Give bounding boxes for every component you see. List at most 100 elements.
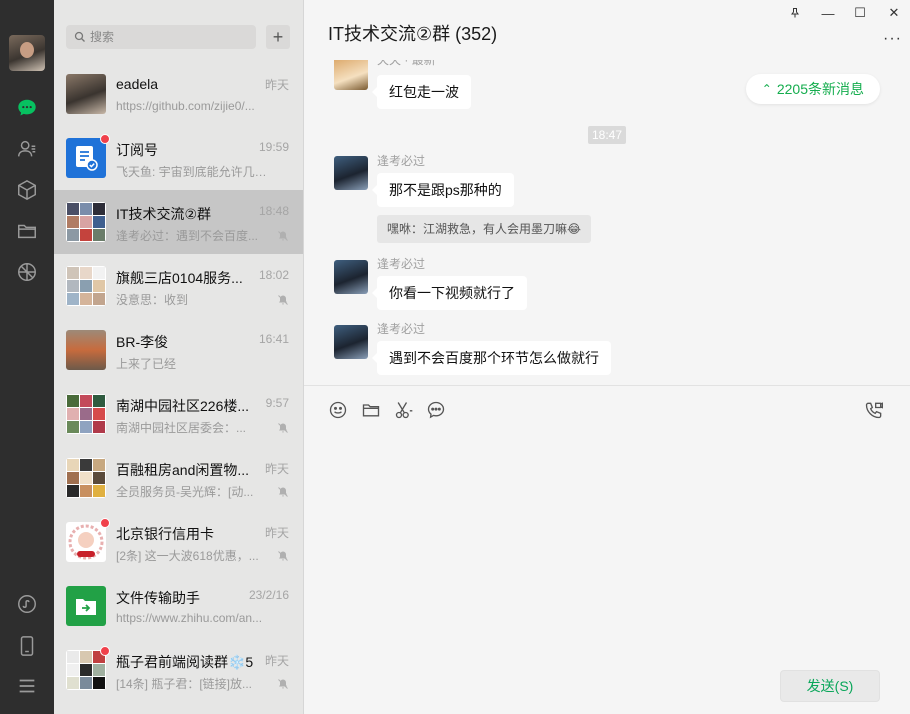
favorites-cube-icon[interactable] bbox=[15, 178, 39, 202]
chat-icon[interactable] bbox=[15, 96, 39, 120]
input-toolbar bbox=[304, 388, 910, 432]
conversation-snippet: [14条] 瓶子君：[链接]放... bbox=[116, 677, 253, 691]
group-avatar bbox=[66, 266, 106, 306]
conversation-item-frontend-group[interactable]: 瓶子君前端阅读群❄️5 昨天 [14条] 瓶子君：[链接]放... bbox=[54, 638, 303, 702]
conversation-name: 订阅号 bbox=[116, 142, 158, 158]
avatar bbox=[66, 330, 106, 370]
double-chevron-up-icon: ⌃ bbox=[761, 82, 772, 96]
more-options-button[interactable]: ··· bbox=[883, 30, 902, 48]
conversation-name: 旗舰三店0104服务... bbox=[116, 270, 243, 286]
conversation-snippet: [2条] 这一大波618优惠，... bbox=[116, 549, 259, 563]
conversation-name: IT技术交流②群 bbox=[116, 206, 211, 222]
conversation-name: 文件传输助手 bbox=[116, 590, 200, 606]
unread-dot bbox=[100, 134, 110, 144]
conversation-time: 昨天 bbox=[264, 78, 289, 92]
conversation-snippet: 全员服务员-吴光辉：[动... bbox=[116, 485, 254, 499]
contacts-icon[interactable] bbox=[15, 137, 39, 161]
message-avatar[interactable] bbox=[334, 260, 368, 294]
conversation-snippet: 没意思：收到 bbox=[116, 293, 189, 307]
search-box[interactable] bbox=[66, 25, 256, 49]
conversation-time: 9:57 bbox=[265, 396, 289, 410]
search-icon bbox=[74, 31, 85, 42]
conversation-item-br-lijun[interactable]: BR-李俊 16:41 上来了已经 bbox=[54, 318, 303, 382]
maximize-button[interactable]: ☐ bbox=[851, 4, 869, 22]
chat-history-icon[interactable] bbox=[426, 400, 446, 420]
message-bubble[interactable]: 红包走一波 bbox=[372, 75, 471, 109]
conversation-item-subscriptions[interactable]: 订阅号 19:59 飞天鱼: 宇宙到底能允许几位... bbox=[54, 126, 303, 190]
message-input[interactable] bbox=[324, 434, 894, 654]
conversation-time: 昨天 bbox=[264, 654, 289, 668]
conversation-item-it-group[interactable]: IT技术交流②群 18:48 逢考必过：遇到不会百度... bbox=[54, 190, 303, 254]
close-button[interactable]: ✕ bbox=[885, 4, 903, 22]
group-avatar bbox=[66, 394, 106, 434]
message-bubble[interactable]: 你看一下视频就行了 bbox=[372, 276, 527, 310]
message-sender: 天天 · 最新 bbox=[377, 60, 436, 67]
conversation-snippet: https://www.zhihu.com/an... bbox=[116, 611, 263, 625]
conversation-name: 百融租房and闲置物... bbox=[116, 462, 250, 478]
conversation-item-flagship-store[interactable]: 旗舰三店0104服务... 18:02 没意思：收到 bbox=[54, 254, 303, 318]
message-bubble[interactable]: 那不是跟ps那种的 bbox=[372, 173, 514, 207]
conversation-item-file-transfer[interactable]: 文件传输助手 23/2/16 https://www.zhihu.com/an.… bbox=[54, 574, 303, 638]
chat-panel: IT技术交流②群 (352) — ☐ ✕ ··· 天天 · 最新 红包走一波 ⌃… bbox=[304, 0, 910, 714]
message-avatar[interactable] bbox=[334, 60, 368, 90]
conversation-name: 瓶子君前端阅读群❄️5 bbox=[116, 654, 254, 670]
mini-program-icon[interactable] bbox=[15, 592, 39, 616]
mute-bell-icon bbox=[278, 295, 288, 305]
conversation-item-eadela[interactable]: eadela 昨天 https://github.com/zijie0/... bbox=[54, 62, 303, 126]
mute-bell-icon bbox=[278, 231, 288, 241]
conversation-item-rental[interactable]: 百融租房and闲置物... 昨天 全员服务员-吴光辉：[动... bbox=[54, 446, 303, 510]
conversation-list-panel: + eadela 昨天 https://github.com/zijie0/..… bbox=[54, 0, 304, 714]
mute-bell-icon bbox=[278, 679, 288, 689]
conversation-snippet: 上来了已经 bbox=[116, 357, 177, 371]
group-avatar bbox=[66, 650, 106, 690]
conversation-time: 昨天 bbox=[264, 462, 289, 476]
phone-icon[interactable] bbox=[15, 634, 39, 658]
message-sender: 逢考必过 bbox=[377, 257, 426, 271]
folder-icon[interactable] bbox=[361, 400, 381, 420]
mute-bell-icon bbox=[278, 487, 288, 497]
conversation-snippet: 逢考必过：遇到不会百度... bbox=[116, 229, 259, 243]
my-avatar[interactable] bbox=[9, 35, 45, 71]
avatar bbox=[66, 74, 106, 114]
conversation-item-community[interactable]: 南湖中园社区226楼... 9:57 南湖中园社区居委会：... bbox=[54, 382, 303, 446]
navigation-rail bbox=[0, 0, 54, 714]
conversation-time: 18:02 bbox=[258, 268, 289, 282]
minimize-button[interactable]: — bbox=[819, 4, 837, 22]
group-avatar bbox=[66, 202, 106, 242]
call-icon[interactable] bbox=[864, 400, 884, 420]
conversation-time: 23/2/16 bbox=[248, 588, 289, 602]
message-sender: 逢考必过 bbox=[377, 322, 426, 336]
chat-title: IT技术交流②群 (352) bbox=[328, 24, 498, 44]
mute-bell-icon bbox=[278, 551, 288, 561]
message-avatar[interactable] bbox=[334, 325, 368, 359]
menu-icon[interactable] bbox=[15, 674, 39, 698]
message-avatar[interactable] bbox=[334, 156, 368, 190]
bank-logo bbox=[66, 522, 106, 562]
conversation-time: 18:48 bbox=[258, 204, 289, 218]
quoted-message[interactable]: 嘿咻：江湖救急，有人会用墨刀嘛😂 bbox=[377, 215, 592, 243]
conversation-time: 19:59 bbox=[258, 140, 289, 154]
search-input[interactable] bbox=[90, 30, 240, 44]
send-button[interactable]: 发送(S) bbox=[780, 670, 880, 702]
message-list[interactable]: 天天 · 最新 红包走一波 ⌃ 2205条新消息 18:47 逢考必过 那不是跟… bbox=[304, 60, 910, 386]
moments-icon[interactable] bbox=[15, 260, 39, 284]
screenshot-scissors-icon[interactable] bbox=[394, 400, 414, 420]
conversation-time: 昨天 bbox=[264, 526, 289, 540]
pin-icon[interactable] bbox=[786, 4, 804, 22]
new-messages-count: 2205条新消息 bbox=[776, 81, 864, 97]
conversation-name: eadela bbox=[116, 76, 159, 92]
conversation-item-bank[interactable]: 北京银行信用卡 昨天 [2条] 这一大波618优惠，... bbox=[54, 510, 303, 574]
conversation-items: eadela 昨天 https://github.com/zijie0/... … bbox=[54, 62, 303, 702]
file-transfer-icon bbox=[66, 586, 106, 626]
new-messages-button[interactable]: ⌃ 2205条新消息 bbox=[745, 74, 880, 104]
unread-dot bbox=[100, 518, 110, 528]
conversation-snippet: https://github.com/zijie0/... bbox=[116, 99, 255, 113]
folder-icon[interactable] bbox=[15, 219, 39, 243]
conversation-snippet: 南湖中园社区居委会：... bbox=[116, 421, 247, 435]
subscription-icon bbox=[66, 138, 106, 178]
message-bubble[interactable]: 遇到不会百度那个环节怎么做就行 bbox=[372, 341, 611, 375]
emoji-icon[interactable] bbox=[328, 400, 348, 420]
add-chat-button[interactable]: + bbox=[266, 25, 290, 49]
group-avatar bbox=[66, 458, 106, 498]
mute-bell-icon bbox=[278, 423, 288, 433]
